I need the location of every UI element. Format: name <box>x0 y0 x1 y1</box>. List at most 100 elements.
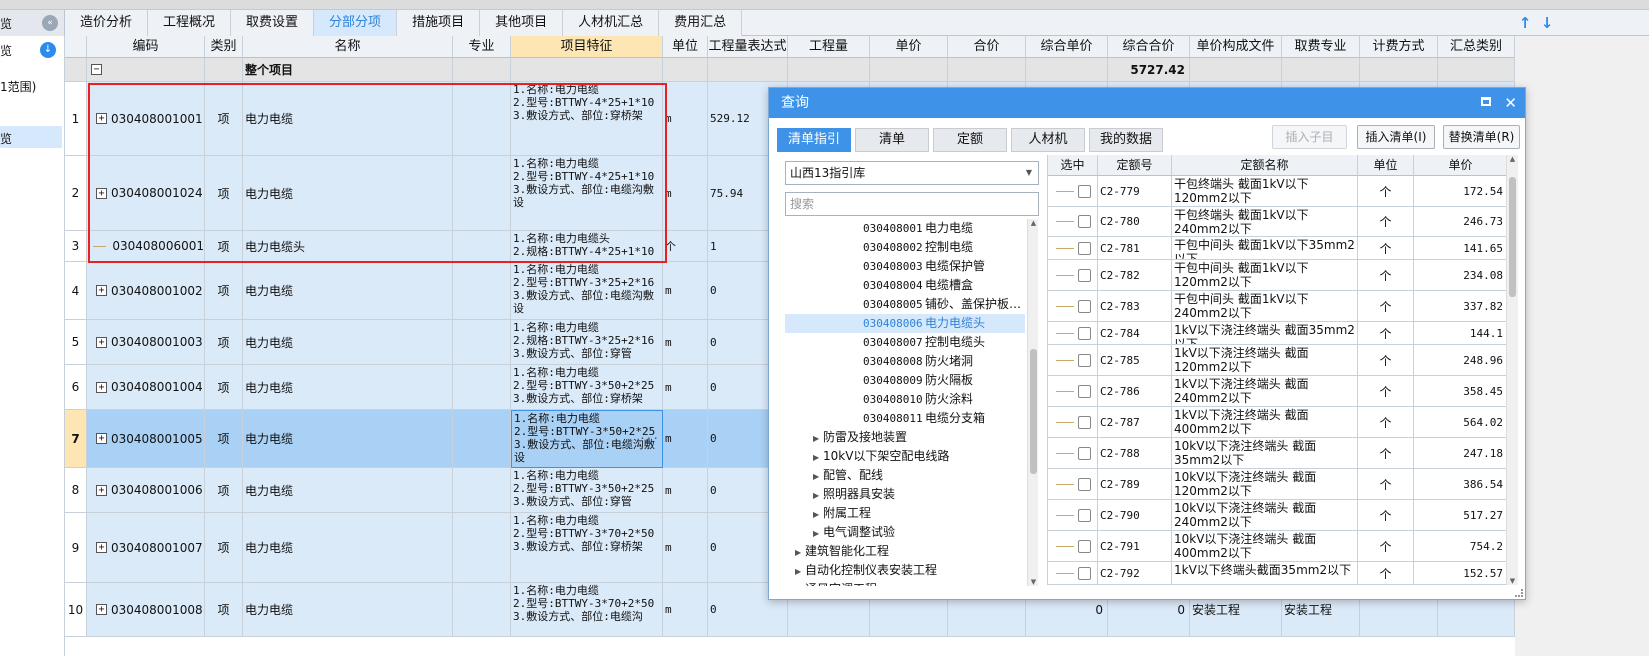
tab-6[interactable]: 人材机汇总 <box>563 10 660 36</box>
dialog-tab-0[interactable]: 清单指引 <box>777 128 851 152</box>
sidebar-item-selected[interactable]: 览 <box>0 130 12 147</box>
quota-column-header[interactable]: 单位 <box>1358 155 1414 176</box>
tree-item[interactable]: ▶ 附属工程 <box>785 504 1025 523</box>
quota-select-cell[interactable] <box>1048 469 1098 500</box>
name-cell[interactable]: 电力电缆 <box>243 513 453 583</box>
expand-plus-icon[interactable]: + <box>96 285 107 296</box>
dialog-tab-1[interactable]: 清单 <box>855 128 929 152</box>
expand-triangle-icon[interactable]: ▶ <box>813 486 823 505</box>
name-cell[interactable]: 电力电缆 <box>243 262 453 320</box>
scroll-up-arrow-icon[interactable]: ▲ <box>1028 219 1039 227</box>
column-header[interactable]: 工程量表达式 <box>708 36 788 58</box>
code-cell[interactable]: +030408001004 <box>87 365 205 410</box>
group-expander[interactable]: − <box>87 58 205 82</box>
expand-plus-icon[interactable]: + <box>96 381 107 393</box>
expand-triangle-icon[interactable]: ▶ <box>813 467 823 486</box>
feature-cell[interactable]: 1.名称:电力电缆 2.型号:BTTWY-4*25+1*10 3.敷设方式、部位… <box>511 156 663 231</box>
row-number[interactable]: 10 <box>65 583 87 637</box>
tree-item[interactable]: ▶ 建筑智能化工程 <box>785 542 1025 561</box>
tab-1[interactable]: 工程概况 <box>148 10 232 36</box>
tree-scrollbar[interactable]: ▲ ▼ <box>1027 219 1038 586</box>
column-header[interactable]: 名称 <box>243 36 453 58</box>
insert-list-button[interactable]: 插入清单(I) <box>1357 125 1435 149</box>
expand-triangle-icon[interactable]: ▶ <box>795 543 805 562</box>
row-number[interactable]: 9 <box>65 513 87 583</box>
checkbox[interactable] <box>1078 353 1091 367</box>
checkbox[interactable] <box>1078 446 1091 460</box>
tree-item[interactable]: 030408009 防火隔板 <box>785 371 1025 390</box>
checkbox[interactable] <box>1078 566 1091 580</box>
quota-select-cell[interactable] <box>1048 531 1098 562</box>
specialty-cell[interactable] <box>453 320 511 365</box>
column-header[interactable]: 类别 <box>205 36 243 58</box>
checkbox[interactable] <box>1078 184 1091 198</box>
column-header[interactable]: 计费方式 <box>1360 36 1438 58</box>
resize-grip-icon[interactable] <box>1515 589 1523 597</box>
tab-5[interactable]: 其他项目 <box>480 10 564 36</box>
code-cell[interactable]: +030408001008 <box>87 583 205 637</box>
checkbox[interactable] <box>1078 415 1091 429</box>
row-number[interactable]: 8 <box>65 468 87 513</box>
feature-cell[interactable]: 1.名称:电力电缆 2.型号:BTTWY-3*50+2*25 3.敷设方式、部位… <box>511 468 663 513</box>
quota-scroll-thumb[interactable] <box>1509 177 1516 297</box>
name-cell[interactable]: 电力电缆 <box>243 320 453 365</box>
sidebar-item-top[interactable]: 览 <box>0 42 12 59</box>
column-header[interactable]: 综合合价 <box>1108 36 1190 58</box>
specialty-cell[interactable] <box>453 262 511 320</box>
row-number[interactable]: 2 <box>65 156 87 231</box>
feature-cell[interactable]: 1.名称:电力电缆 2.型号:BTTWY-3*70+2*50 3.敷设方式、部位… <box>511 583 663 637</box>
feature-cell[interactable]: 1.名称:电力电缆 2.型号:BTTWY-4*25+1*10 3.敷设方式、部位… <box>511 82 663 156</box>
tree-item[interactable]: 030408005 铺砂、盖保护板… <box>785 295 1025 314</box>
quota-scrollbar[interactable]: ▲ ▼ <box>1506 155 1518 585</box>
tree-item[interactable]: 030408002 控制电缆 <box>785 238 1025 257</box>
tree-item[interactable]: ▶ 电气调整试验 <box>785 523 1025 542</box>
dialog-tab-3[interactable]: 人材机 <box>1011 128 1085 152</box>
tree-item[interactable]: 030408011 电缆分支箱 <box>785 409 1025 428</box>
checkbox[interactable] <box>1078 539 1091 553</box>
collapse-icon[interactable]: « <box>42 15 58 31</box>
tree-item[interactable]: 030408001 电力电缆 <box>785 219 1025 238</box>
column-header[interactable]: 编码 <box>87 36 205 58</box>
tree-scroll-thumb[interactable] <box>1030 349 1037 474</box>
search-input[interactable]: 搜索 <box>785 192 1039 216</box>
tree-item[interactable]: 030408006 电力电缆头 <box>785 314 1025 333</box>
library-select[interactable]: 山西13指引库 ▼ <box>785 161 1039 185</box>
tree-item[interactable]: ▶ 照明器具安装 <box>785 485 1025 504</box>
feature-cell[interactable]: 1.名称:电力电缆 2.型号:BTTWY-3*70+2*50 3.敷设方式、部位… <box>511 513 663 583</box>
row-number[interactable]: 6 <box>65 365 87 410</box>
column-header[interactable]: 合价 <box>948 36 1026 58</box>
quota-select-cell[interactable] <box>1048 260 1098 291</box>
feature-cell[interactable]: 1.名称:电力电缆 2.型号:BTTWY-3*25+2*16 3.敷设方式、部位… <box>511 262 663 320</box>
tree-item[interactable]: ▶ 配管、配线 <box>785 466 1025 485</box>
code-cell[interactable]: 030408006001 <box>87 231 205 262</box>
tree-item[interactable]: ▶ 自动化控制仪表安装工程 <box>785 561 1025 580</box>
code-cell[interactable]: +030408001024 <box>87 156 205 231</box>
quota-column-header[interactable]: 单价 <box>1414 155 1507 176</box>
quota-select-cell[interactable] <box>1048 500 1098 531</box>
tree-item[interactable]: ▶ 防雷及接地装置 <box>785 428 1025 447</box>
name-cell[interactable]: 电力电缆 <box>243 468 453 513</box>
name-cell[interactable]: 电力电缆 <box>243 82 453 156</box>
quota-select-cell[interactable] <box>1048 176 1098 207</box>
column-header[interactable]: 单价 <box>870 36 948 58</box>
name-cell[interactable]: 电力电缆 <box>243 156 453 231</box>
ellipsis-button[interactable]: ··· <box>639 432 659 445</box>
row-number[interactable]: 3 <box>65 231 87 262</box>
dialog-tab-2[interactable]: 定额 <box>933 128 1007 152</box>
expand-plus-icon[interactable]: + <box>96 336 107 348</box>
tree-item[interactable]: 030408010 防火涂料 <box>785 390 1025 409</box>
tab-0[interactable]: 造价分析 <box>65 10 149 36</box>
tab-3[interactable]: 分部分项 <box>314 10 398 36</box>
expand-triangle-icon[interactable]: ▶ <box>813 429 823 448</box>
name-cell[interactable]: 电力电缆 <box>243 410 453 468</box>
checkbox[interactable] <box>1078 268 1091 282</box>
row-number[interactable]: 7 <box>65 410 87 468</box>
checkbox[interactable] <box>1078 508 1091 522</box>
tree-item[interactable]: 030408007 控制电缆头 <box>785 333 1025 352</box>
checkbox[interactable] <box>1078 384 1091 398</box>
quota-select-cell[interactable] <box>1048 291 1098 322</box>
insert-child-button[interactable]: 插入子目 <box>1272 125 1347 149</box>
expand-plus-icon[interactable]: + <box>96 484 107 496</box>
tree-item[interactable]: ▶ 10kV以下架空配电线路 <box>785 447 1025 466</box>
quota-select-cell[interactable] <box>1048 407 1098 438</box>
